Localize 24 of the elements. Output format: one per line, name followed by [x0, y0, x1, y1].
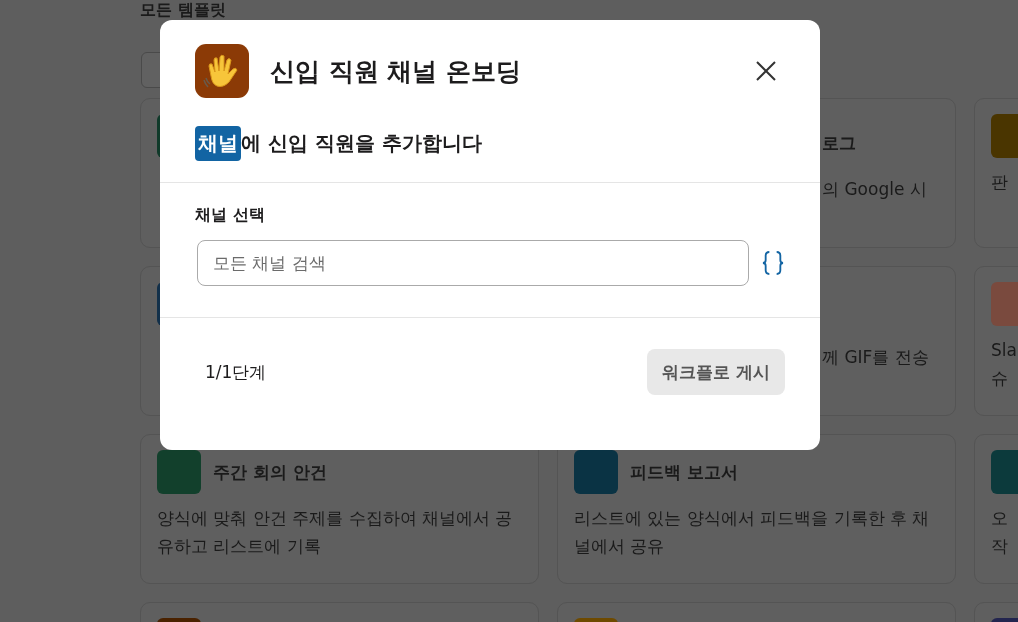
template-description: 양식에 맞춰 안건 주제를 수집하여 채널에서 공 유하고 리스트에 기록: [157, 507, 514, 558]
template-description: 오 작: [991, 507, 1009, 558]
template-title: 피드백 보고서: [630, 460, 738, 484]
template-title: 주간 회의 안건: [213, 460, 327, 484]
variable-token: 채널: [195, 126, 241, 161]
waving-hand-icon: [195, 44, 249, 98]
template-card[interactable]: 피드백 보고서 리스트에 있는 양식에서 피드백을 기록한 후 채 널에서 공유: [557, 434, 956, 584]
template-card[interactable]: 주간 회의 안건 양식에 맞춰 안건 주제를 수집하여 채널에서 공 유하고 리스트에 기록: [140, 434, 539, 584]
braces-icon[interactable]: [762, 251, 784, 275]
template-description: 리스트에 있는 양식에서 피드백을 기록한 후 채 널에서 공유: [574, 507, 931, 558]
template-description: 판: [991, 171, 1009, 194]
channel-search-field[interactable]: 모든 채널 검색: [197, 240, 749, 286]
template-card[interactable]: 판: [974, 98, 1018, 248]
template-card[interactable]: 오 작: [974, 434, 1018, 584]
section-heading: 모든 템플릿: [140, 0, 227, 21]
template-description: Sla 슈: [991, 339, 1018, 390]
template-description: 의 Google 시: [822, 178, 928, 201]
dialog-subtitle: 에 신입 직원을 추가합니다: [241, 130, 482, 157]
field-label: 채널 선택: [195, 205, 266, 226]
step-indicator: 1/1단계: [205, 360, 267, 384]
dialog-title: 신입 직원 채널 온보딩: [270, 55, 523, 88]
template-description: 께 GIF를 전송: [822, 346, 930, 369]
template-title: 로그: [822, 131, 856, 155]
template-card[interactable]: Sla 슈: [974, 266, 1018, 416]
